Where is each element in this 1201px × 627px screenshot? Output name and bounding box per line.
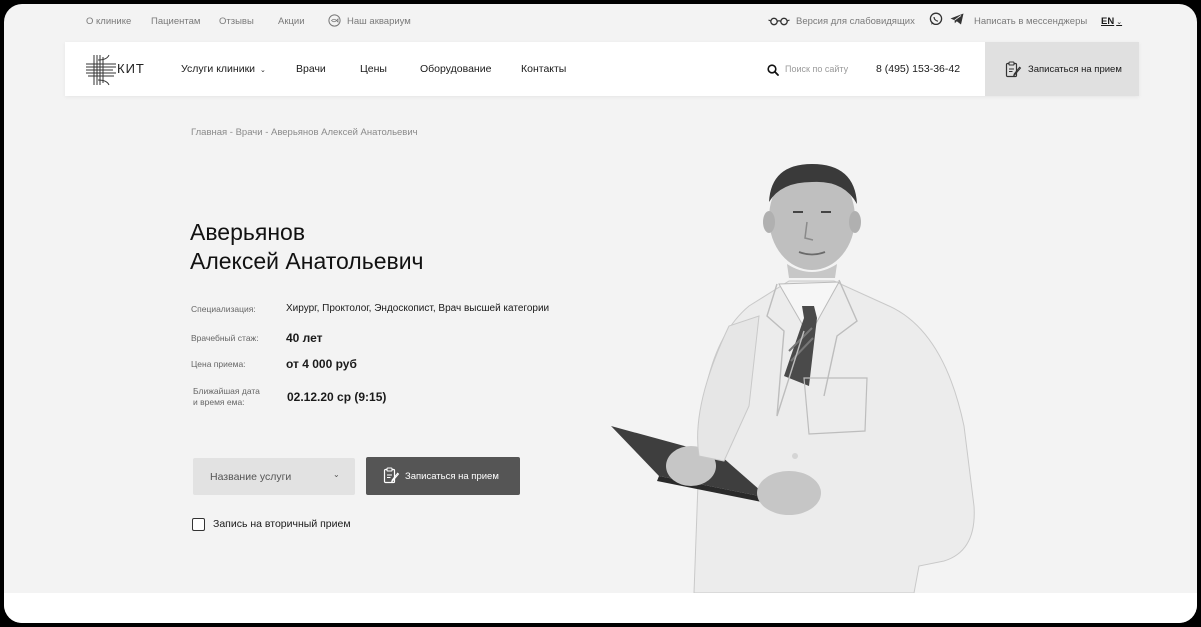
experience-value: 40 лет bbox=[286, 331, 323, 345]
footer-strip bbox=[4, 593, 1197, 623]
clipboard-pen-icon bbox=[1005, 61, 1022, 81]
page-title: Аверьянов Алексей Анатольевич bbox=[190, 218, 550, 276]
chevron-down-icon: ⌄ bbox=[260, 67, 266, 74]
search-icon[interactable] bbox=[767, 63, 779, 81]
nav-doctors[interactable]: Врачи bbox=[296, 63, 326, 75]
header-appointment-label: Записаться на прием bbox=[1028, 64, 1122, 75]
specialization-value: Хирург, Проктолог, Эндоскопист, Врач выс… bbox=[286, 303, 550, 314]
service-select-label: Название услуги bbox=[210, 471, 292, 483]
glasses-icon[interactable] bbox=[768, 17, 790, 29]
telegram-icon[interactable] bbox=[950, 13, 964, 28]
chevron-down-icon: ⌄ bbox=[333, 470, 340, 479]
fish-icon[interactable] bbox=[328, 14, 341, 30]
top-utility-bar: О клинике Пациентам Отзывы Акции Наш акв… bbox=[4, 4, 1197, 40]
topbar-link-about[interactable]: О клинике bbox=[86, 16, 131, 27]
language-label: EN bbox=[1101, 16, 1115, 27]
phone-number[interactable]: 8 (495) 153-36-42 bbox=[876, 63, 960, 75]
doctor-surname: Аверьянов bbox=[190, 219, 306, 245]
topbar-link-promotions[interactable]: Акции bbox=[278, 16, 305, 27]
nav-services-label: Услуги клиники bbox=[181, 63, 256, 75]
price-value: от 4 000 руб bbox=[286, 357, 357, 371]
language-switch[interactable]: EN ⌄ bbox=[1101, 16, 1122, 27]
whatsapp-icon[interactable] bbox=[929, 12, 943, 29]
nearest-date-value: 02.12.20 ср (9:15) bbox=[287, 390, 387, 404]
appointment-submit-button[interactable]: Записаться на прием bbox=[366, 457, 520, 495]
nearest-date-label: Ближайшая дата и время ема: bbox=[193, 386, 260, 408]
secondary-appointment-checkbox[interactable] bbox=[192, 518, 205, 531]
secondary-appointment-label[interactable]: Запись на вторичный прием bbox=[213, 518, 351, 530]
messengers-link[interactable]: Написать в мессенджеры bbox=[974, 16, 1087, 27]
nav-services[interactable]: Услуги клиники ⌄ bbox=[181, 63, 266, 75]
service-select[interactable]: Название услуги ⌄ bbox=[193, 458, 355, 495]
header-appointment-button[interactable]: Записаться на прием bbox=[985, 42, 1139, 96]
nav-contacts[interactable]: Контакты bbox=[521, 63, 566, 75]
doctor-photo bbox=[611, 164, 975, 593]
nearest-date-label-line1: Ближайшая дата bbox=[193, 386, 260, 396]
doctor-name: Алексей Анатольевич bbox=[190, 248, 424, 274]
main-header: КИТ Услуги клиники ⌄ Врачи Цены Оборудова… bbox=[65, 42, 1139, 96]
price-label: Цена приема: bbox=[191, 359, 246, 369]
logo-mark-icon bbox=[86, 54, 116, 86]
topbar-link-patients[interactable]: Пациентам bbox=[151, 16, 200, 27]
logo-text: КИТ bbox=[117, 61, 145, 76]
experience-label: Врачебный стаж: bbox=[191, 333, 259, 343]
topbar-link-aquarium[interactable]: Наш аквариум bbox=[347, 16, 411, 27]
appointment-submit-label: Записаться на прием bbox=[405, 471, 499, 482]
nav-prices[interactable]: Цены bbox=[360, 63, 387, 75]
clipboard-pen-icon bbox=[383, 467, 400, 487]
specialization-label: Специализация: bbox=[191, 304, 256, 314]
topbar-link-reviews[interactable]: Отзывы bbox=[219, 16, 254, 27]
low-vision-link[interactable]: Версия для слабовидящих bbox=[796, 16, 915, 27]
nearest-date-label-line2: и время ема: bbox=[193, 397, 245, 407]
logo[interactable]: КИТ bbox=[85, 54, 155, 86]
nav-equipment[interactable]: Оборудование bbox=[420, 63, 491, 75]
page: О клинике Пациентам Отзывы Акции Наш акв… bbox=[4, 4, 1197, 623]
breadcrumb[interactable]: Главная - Врачи - Аверьянов Алексей Анат… bbox=[191, 127, 418, 138]
search-input[interactable] bbox=[785, 61, 865, 77]
chevron-down-icon: ⌄ bbox=[1116, 19, 1123, 26]
